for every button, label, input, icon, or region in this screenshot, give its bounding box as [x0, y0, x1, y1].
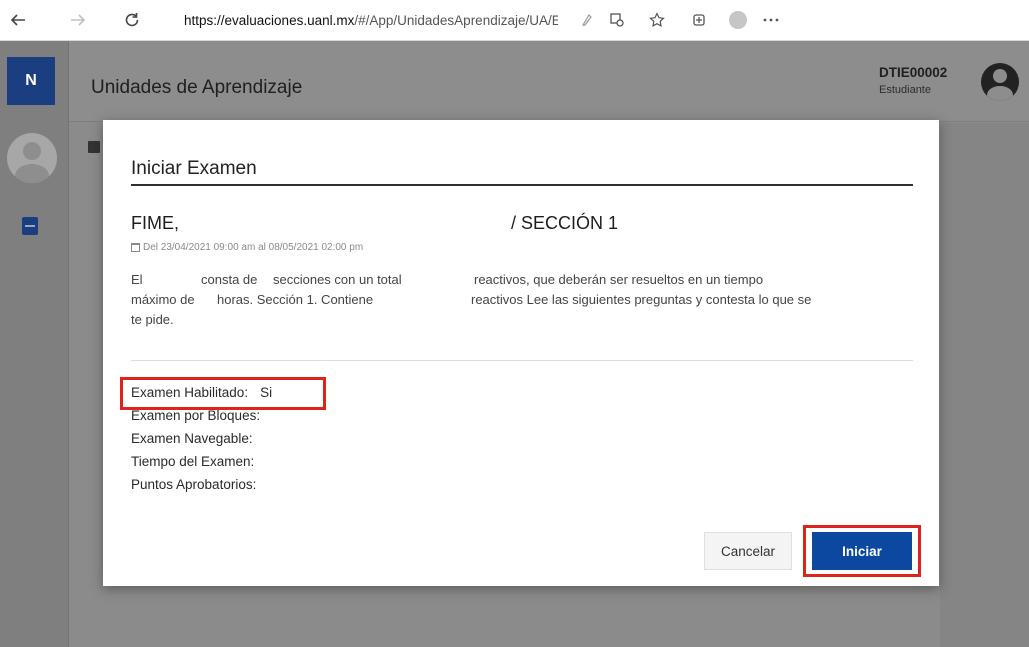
- exam-heading: FIME, / SECCIÓN 1: [131, 213, 913, 237]
- address-bar[interactable]: https://evaluaciones.uanl.mx/#/App/Unida…: [178, 9, 558, 31]
- profile-icon[interactable]: [727, 9, 749, 31]
- desc-fragment: consta de: [201, 272, 258, 287]
- desc-fragment: te pide.: [131, 312, 174, 327]
- desc-fragment: máximo de: [131, 292, 195, 307]
- exam-faculty: FIME,: [131, 213, 179, 233]
- detail-label: Examen por Bloques:: [131, 408, 261, 423]
- user-id: DTIE00002: [879, 65, 948, 80]
- left-sidebar: N: [0, 41, 69, 647]
- description-divider: [131, 360, 913, 361]
- desc-fragment: secciones con un total: [273, 272, 402, 287]
- exam-dates-text: Del 23/04/2021 09:00 am al 08/05/2021 02…: [143, 242, 364, 253]
- desc-fragment: reactivos, que deberán ser resueltos en …: [474, 272, 764, 287]
- collections-tab-icon[interactable]: [688, 9, 710, 31]
- detail-time: Tiempo del Examen:: [131, 454, 266, 469]
- app-logo[interactable]: N: [7, 57, 55, 105]
- more-icon[interactable]: [760, 9, 782, 31]
- start-button[interactable]: Iniciar: [812, 532, 912, 570]
- cancel-button[interactable]: Cancelar: [704, 532, 792, 570]
- dialog-title: Iniciar Examen: [131, 158, 257, 179]
- collections-icon[interactable]: [606, 9, 628, 31]
- logo-letter: N: [25, 72, 37, 89]
- url-path: /#/App/UnidadesAprendizaje/UA/E...: [354, 12, 558, 28]
- page-title: Unidades de Aprendizaje: [91, 77, 303, 98]
- start-exam-dialog: Iniciar Examen FIME, / SECCIÓN 1 Del 23/…: [103, 120, 939, 586]
- graduation-icon: [88, 141, 100, 153]
- title-divider: [131, 184, 913, 186]
- detail-label: Puntos Aprobatorios:: [131, 477, 257, 492]
- read-aloud-icon[interactable]: [577, 9, 599, 31]
- account-avatar-icon[interactable]: [981, 63, 1019, 101]
- browser-toolbar: https://evaluaciones.uanl.mx/#/App/Unida…: [0, 0, 1029, 41]
- enabled-highlight-box: [120, 377, 326, 410]
- app-header: Unidades de Aprendizaje DTIE00002 Estudi…: [69, 41, 1029, 122]
- detail-navigable: Examen Navegable:: [131, 431, 265, 446]
- detail-blocks: Examen por Bloques:: [131, 408, 272, 423]
- desc-fragment: El: [131, 272, 143, 287]
- user-role: Estudiante: [879, 84, 931, 96]
- detail-label: Examen Navegable:: [131, 431, 253, 446]
- background-panel: [940, 123, 1029, 647]
- url-host: https://evaluaciones.uanl.mx: [184, 12, 355, 28]
- refresh-icon[interactable]: [120, 8, 144, 32]
- detail-label: Tiempo del Examen:: [131, 454, 255, 469]
- calendar-icon: [131, 243, 140, 252]
- desc-fragment: reactivos Lee las siguientes preguntas y…: [471, 292, 812, 307]
- exam-section: / SECCIÓN 1: [511, 213, 619, 233]
- favorites-icon[interactable]: [646, 9, 668, 31]
- back-arrow-icon[interactable]: [6, 8, 30, 32]
- book-icon[interactable]: [22, 217, 38, 235]
- detail-passing-points: Puntos Aprobatorios:: [131, 477, 268, 492]
- user-avatar-icon[interactable]: [7, 133, 57, 183]
- forward-arrow-icon[interactable]: [66, 8, 90, 32]
- exam-dates: Del 23/04/2021 09:00 am al 08/05/2021 02…: [131, 242, 363, 253]
- desc-fragment: horas. Sección 1. Contiene: [217, 292, 374, 307]
